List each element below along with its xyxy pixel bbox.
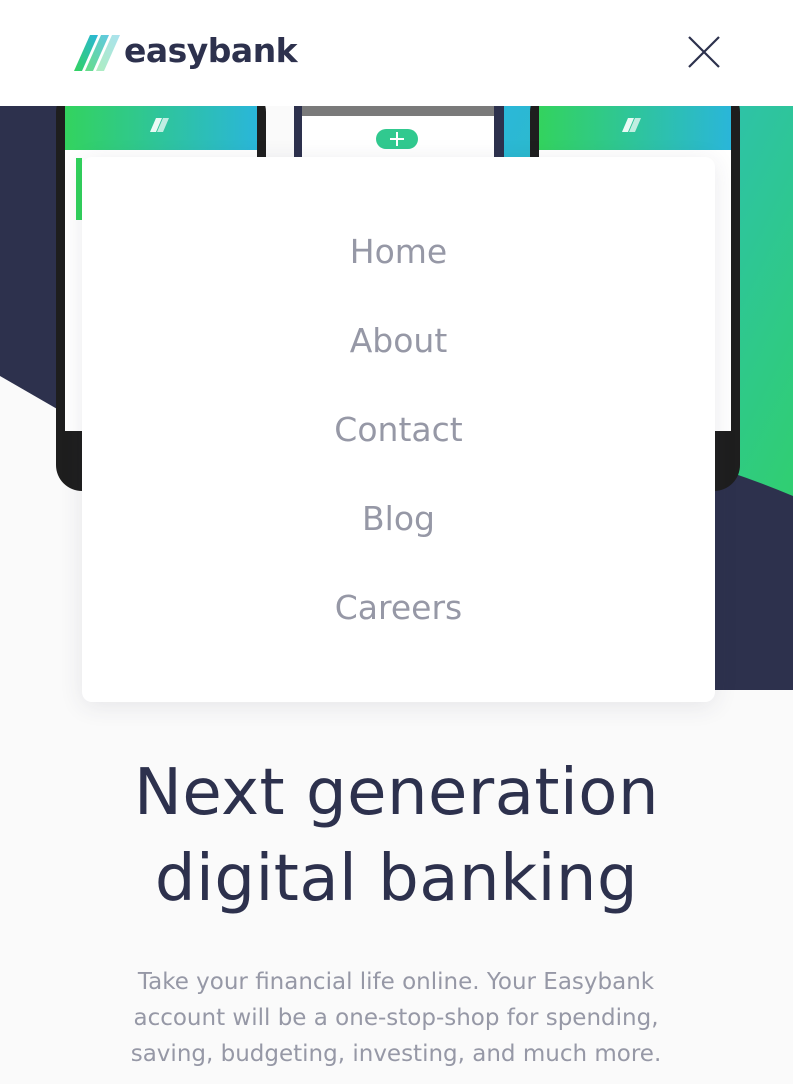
hero-title-line-1: Next generation xyxy=(134,756,659,830)
close-icon xyxy=(688,36,720,68)
brand-name: easybank xyxy=(124,31,298,70)
hero-title: Next generation digital banking xyxy=(0,750,793,922)
menu-item-blog[interactable]: Blog xyxy=(82,499,715,539)
close-menu-button[interactable] xyxy=(686,34,722,70)
mobile-menu: Home About Contact Blog Careers xyxy=(82,157,715,702)
menu-item-home[interactable]: Home xyxy=(82,232,715,272)
hero-description-line-3: saving, budgeting, investing, and much m… xyxy=(130,1041,662,1067)
hero-title-line-2: digital banking xyxy=(154,842,639,916)
menu-item-careers[interactable]: Careers xyxy=(82,588,715,628)
menu-item-about[interactable]: About xyxy=(82,321,715,361)
menu-item-contact[interactable]: Contact xyxy=(82,410,715,450)
site-header: easybank xyxy=(0,0,793,106)
logo-link[interactable]: easybank xyxy=(74,31,298,72)
hero-description-line-2: account will be a one-stop-shop for spen… xyxy=(133,1005,659,1031)
hero-description: Take your financial life online. Your Ea… xyxy=(96,964,696,1072)
easybank-logo-icon xyxy=(74,35,120,71)
hero-description-line-1: Take your financial life online. Your Ea… xyxy=(137,969,655,995)
